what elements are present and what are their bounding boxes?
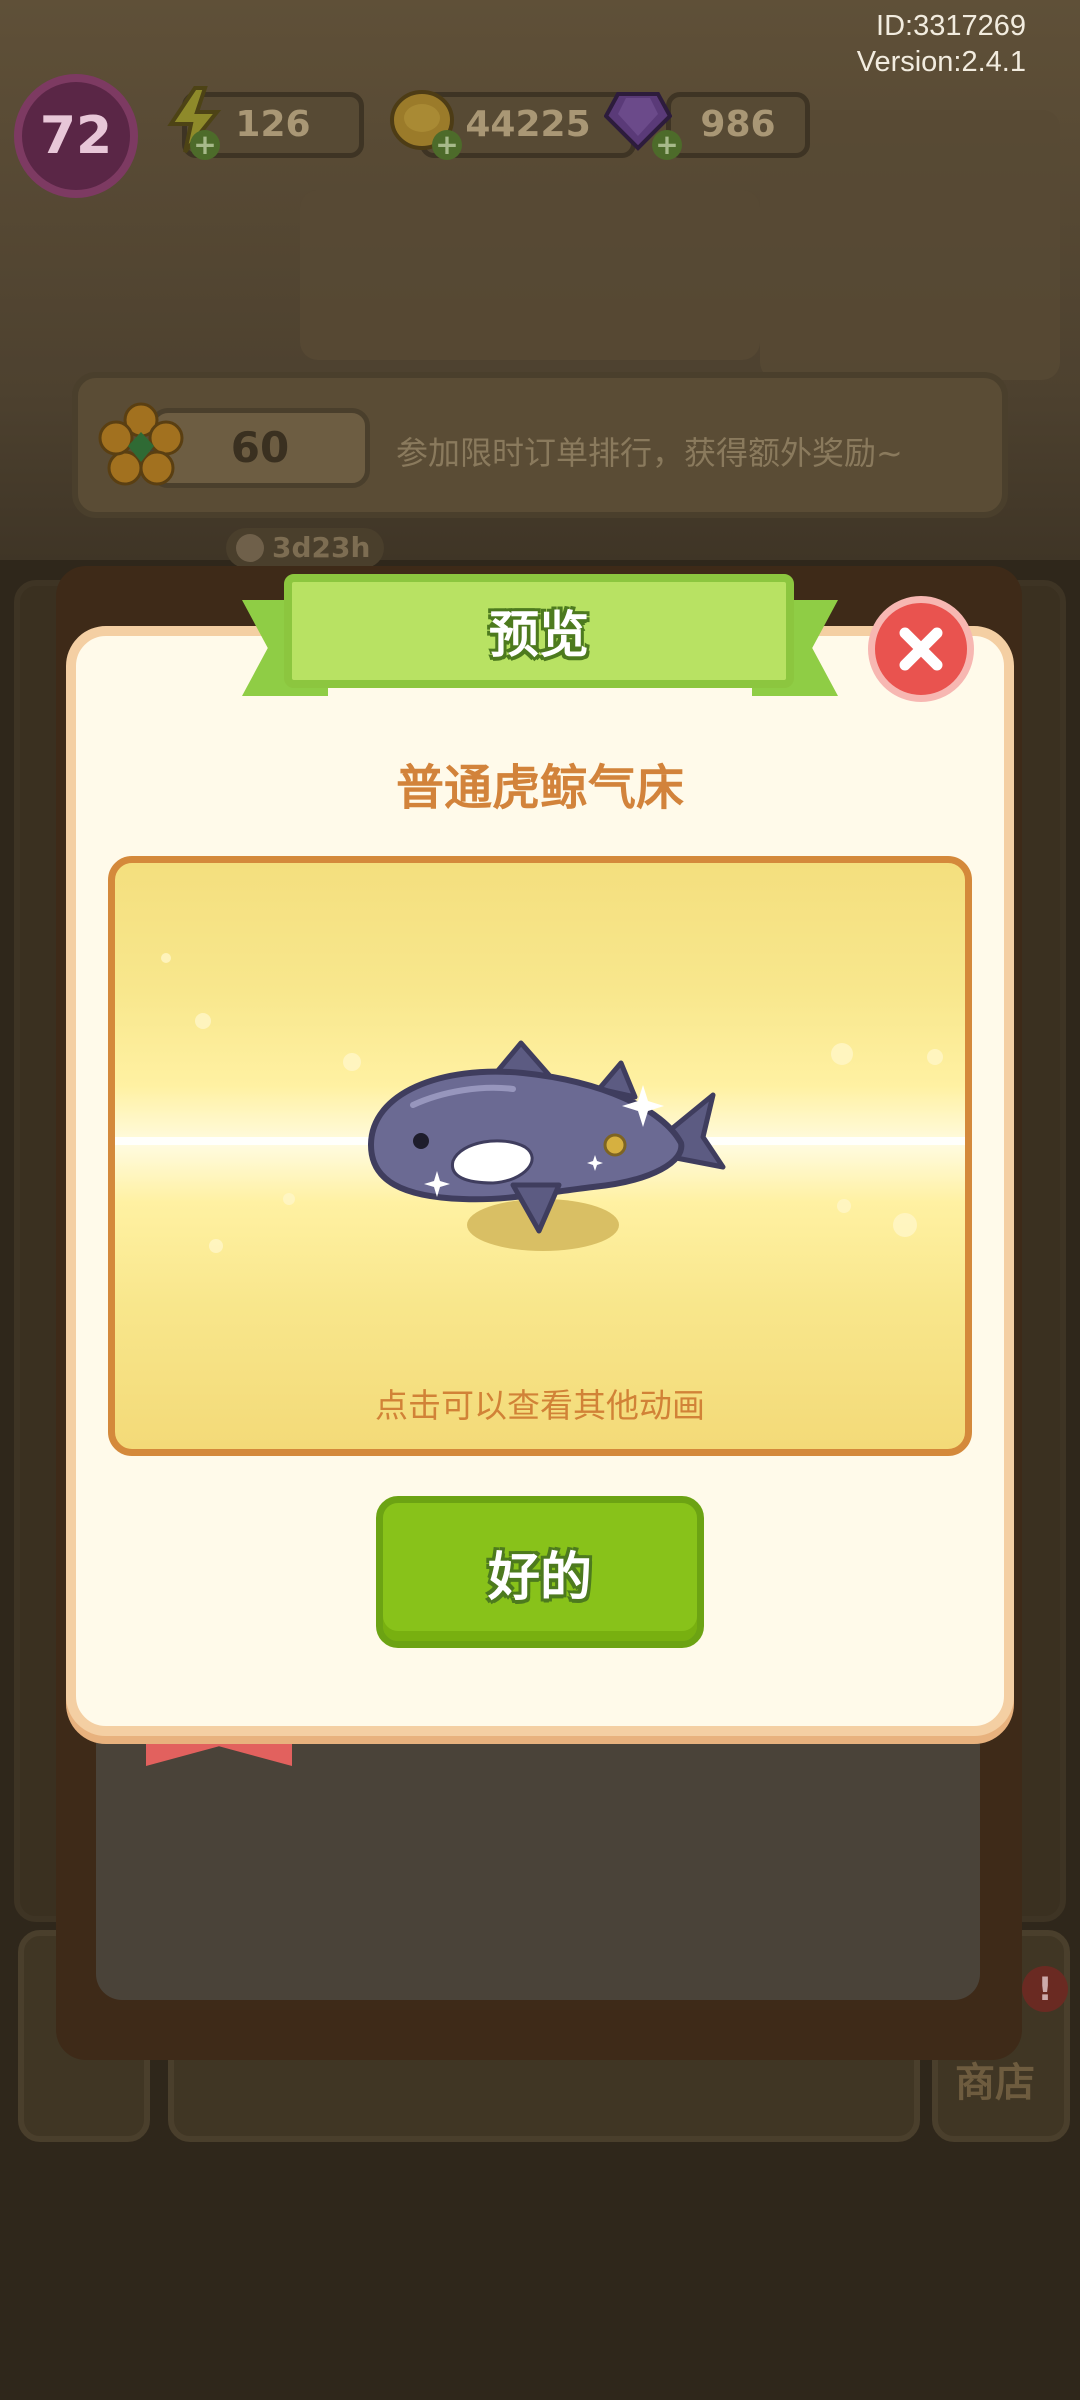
close-icon [899, 627, 943, 671]
sparkle-dot [161, 953, 171, 963]
event-timer-text: 3d23h [272, 531, 371, 564]
ok-button[interactable]: 好的 [376, 1496, 704, 1648]
close-button[interactable] [868, 596, 974, 702]
event-description: 参加限时订单排行，获得额外奖励~ [396, 434, 903, 472]
build-info: ID:3317269 Version:2.4.1 [857, 8, 1026, 80]
app-version: Version:2.4.1 [856, 46, 1026, 78]
gem-counter: 986 [666, 92, 810, 158]
orca-bed-icon [353, 1035, 733, 1265]
sparkle-dot [893, 1213, 917, 1237]
preview-hint: 点击可以查看其他动画 [375, 1386, 705, 1425]
player-id: ID:3317269 [876, 10, 1026, 42]
sparkle-dot [927, 1049, 943, 1065]
add-energy-button: + [190, 130, 220, 160]
sparkle-dot [837, 1199, 851, 1213]
background-furniture [300, 190, 760, 360]
dialog-title-ribbon: 预览 [284, 574, 794, 688]
item-preview-area[interactable]: 点击可以查看其他动画 [108, 856, 972, 1456]
alert-badge: ! [1022, 1966, 1068, 2012]
ok-button-label: 好的 [487, 1547, 592, 1608]
sparkle-dot [209, 1239, 223, 1253]
add-gems-button: + [652, 130, 682, 160]
item-name: 普通虎鲸气床 [395, 760, 684, 816]
add-coins-button: + [432, 130, 462, 160]
flower-icon [96, 402, 186, 492]
sparkle-dot [283, 1193, 295, 1205]
player-level-badge: 72 [14, 74, 138, 198]
event-timer: 3d23h [226, 528, 385, 568]
clock-icon [236, 534, 264, 562]
dialog-title: 预览 [489, 606, 589, 664]
sparkle-dot [831, 1043, 853, 1065]
sparkle-dot [195, 1013, 211, 1029]
